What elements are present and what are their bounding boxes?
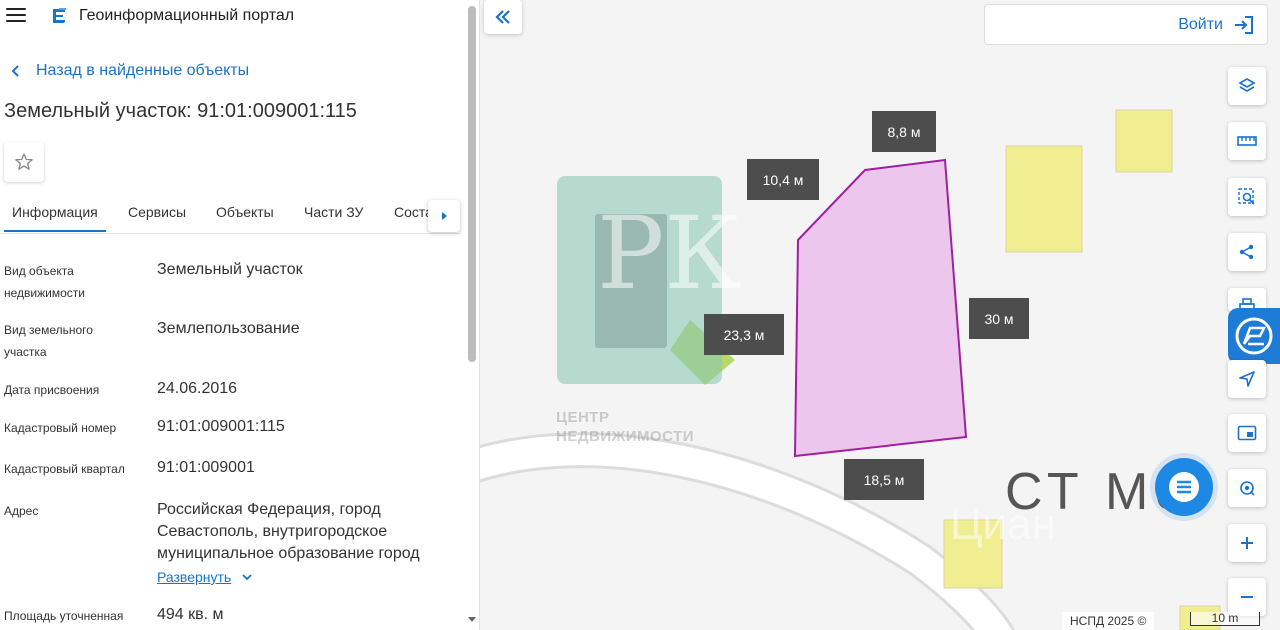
double-chevron-left-icon: [495, 10, 510, 24]
collapse-panel-button[interactable]: [484, 0, 522, 34]
area-search-button[interactable]: [1228, 178, 1266, 216]
dimension-label: 10,4 м: [747, 159, 819, 200]
locate-point-button[interactable]: [1228, 469, 1266, 507]
rk-caption-line: НЕДВИЖИМОСТИ: [556, 428, 695, 445]
chevron-down-icon: [242, 574, 252, 581]
rk-center-logo: РК: [557, 176, 742, 384]
building-shape: [1005, 145, 1083, 253]
back-to-results-link[interactable]: Назад в найденные объекты: [10, 62, 249, 80]
plus-icon: [1241, 537, 1253, 549]
map-attribution: НСПД 2025 ©: [1062, 612, 1155, 630]
layers-button[interactable]: [1228, 67, 1266, 105]
caret-right-icon: [442, 212, 447, 220]
tabs-scroll-right-button[interactable]: [428, 200, 460, 232]
property-value: 91:01:009001: [157, 459, 255, 476]
page-title: Земельный участок: 91:01:009001:115: [4, 100, 357, 122]
star-icon: [15, 153, 33, 170]
measure-button[interactable]: [1228, 122, 1266, 160]
back-link-label: Назад в найденные объекты: [36, 62, 250, 79]
property-label: Кадастровый квартал: [4, 462, 125, 476]
property-label: Вид земельного участка: [4, 323, 93, 359]
address-value: Российская Федерация, город Севастополь,…: [157, 501, 420, 562]
chevron-left-icon: [11, 65, 19, 77]
panel-scrollbar[interactable]: [468, 6, 476, 362]
info-panel: Геоинформационный портал Назад в найденн…: [0, 0, 480, 630]
dimension-label: 18,5 м: [844, 459, 924, 500]
minimap-button[interactable]: [1228, 414, 1266, 452]
login-icon: [1235, 15, 1253, 34]
tab-objects[interactable]: Объекты: [216, 204, 274, 220]
login-label: Войти: [1178, 15, 1223, 33]
geolocate-button[interactable]: [1228, 360, 1266, 398]
dimension-label: 23,3 м: [704, 314, 784, 355]
favorite-button[interactable]: [4, 142, 44, 182]
location-target-icon: [1240, 481, 1255, 496]
menu-icon[interactable]: [6, 8, 26, 24]
share-icon: [1239, 244, 1254, 260]
tab-services[interactable]: Сервисы: [128, 204, 186, 220]
tab-parts[interactable]: Части ЗУ: [304, 204, 363, 220]
dimension-label: 8,8 м: [872, 111, 936, 152]
expand-address-link[interactable]: Развернуть: [157, 569, 253, 585]
dimension-label: 30 м: [969, 298, 1029, 339]
property-label: Площадь уточненная: [4, 609, 124, 623]
login-button[interactable]: Войти: [984, 4, 1268, 45]
watermark-text: Циан: [950, 500, 1056, 549]
property-value: 91:01:009001:115: [157, 418, 285, 435]
brand-logo-icon: [1235, 317, 1273, 355]
building-shape: [1115, 109, 1173, 173]
rk-logo-caption: ЦЕНТР НЕДВИЖИМОСТИ: [556, 408, 694, 446]
land-parcel-shape[interactable]: [793, 158, 968, 458]
scroll-down-arrow-icon[interactable]: [466, 614, 478, 624]
property-value: Землепользование: [157, 320, 300, 337]
chat-button[interactable]: [1155, 458, 1213, 516]
zoom-in-button[interactable]: [1228, 524, 1266, 562]
scale-bar: 10 m: [1190, 612, 1260, 626]
panel-header: Геоинформационный портал: [0, 0, 466, 34]
property-label: Адрес: [4, 504, 39, 518]
property-value: 494 кв. м: [157, 606, 224, 623]
property-label: Дата присвоения: [4, 383, 100, 397]
expand-label: Развернуть: [157, 569, 232, 585]
property-value: Земельный участок: [157, 261, 303, 278]
rk-caption-line: ЦЕНТР: [556, 409, 610, 426]
minus-icon: [1241, 596, 1253, 598]
property-label: Кадастровый номер: [4, 421, 117, 435]
property-value: 24.06.2016: [157, 380, 238, 397]
layers-icon: [1238, 78, 1256, 92]
portal-logo-icon: [53, 8, 66, 23]
nspd-brand-button[interactable]: [1228, 308, 1280, 364]
chat-menu-icon: [1169, 472, 1199, 502]
share-button[interactable]: [1228, 233, 1266, 271]
area-search-icon: [1238, 188, 1255, 205]
portal-title: Геоинформационный портал: [79, 7, 295, 24]
tab-bar: Информация Сервисы Объекты Части ЗУ Сост…: [0, 196, 462, 234]
ruler-icon: [1237, 136, 1257, 146]
navigation-arrow-icon: [1239, 371, 1255, 387]
rk-logo-letters: РК: [597, 195, 742, 312]
tab-info[interactable]: Информация: [4, 204, 106, 232]
picture-in-picture-icon: [1237, 425, 1257, 441]
property-label: Вид объекта недвижимости: [4, 264, 85, 300]
